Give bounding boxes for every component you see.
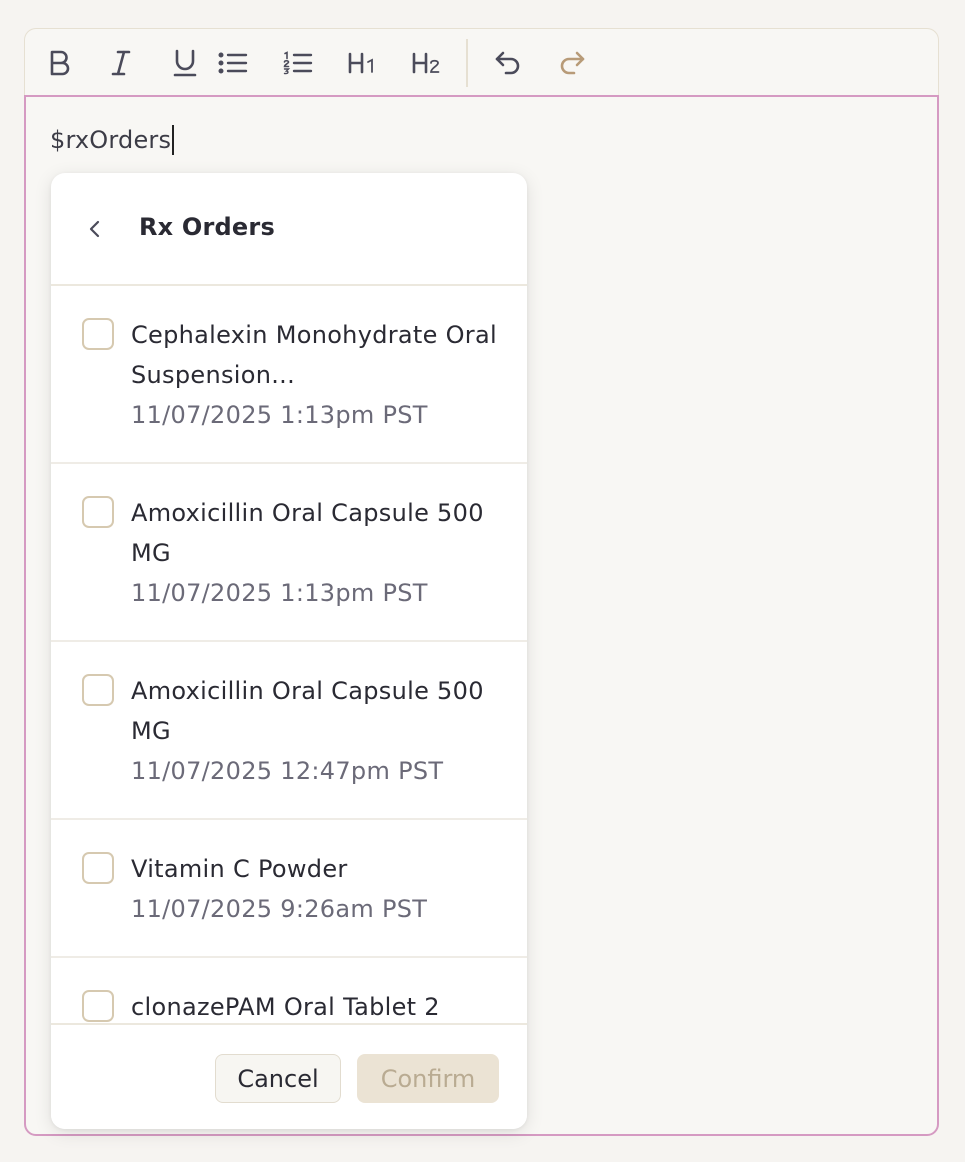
italic-icon: [111, 50, 131, 76]
heading-2-button[interactable]: [406, 43, 446, 83]
item-checkbox[interactable]: [82, 852, 114, 884]
italic-button[interactable]: [101, 43, 141, 83]
underline-icon: [173, 49, 197, 77]
heading-2-icon: [412, 52, 440, 74]
redo-button[interactable]: [552, 43, 592, 83]
bold-icon: [50, 50, 70, 76]
list-item[interactable]: clonazePAM Oral Tablet 2: [51, 958, 527, 1023]
item-date: 11/07/2025 12:47pm PST: [131, 757, 444, 785]
toolbar-separator: [466, 39, 468, 87]
popup-footer: Cancel Confirm: [51, 1023, 527, 1129]
item-name: clonazePAM Oral Tablet 2: [131, 993, 440, 1021]
editor-typed-text: $rxOrders: [50, 125, 175, 155]
editor-toolbar: [24, 28, 939, 96]
list-item[interactable]: Amoxicillin Oral Capsule 500 MG 11/07/20…: [51, 642, 527, 820]
numbered-list-button[interactable]: [278, 43, 318, 83]
item-name: Vitamin C Powder: [131, 855, 348, 883]
undo-icon: [495, 51, 520, 75]
item-name: Cephalexin Monohydrate Oral Suspension..…: [131, 321, 497, 389]
item-name: Amoxicillin Oral Capsule 500 MG: [131, 499, 484, 567]
underline-button[interactable]: [165, 43, 205, 83]
confirm-button[interactable]: Confirm: [357, 1054, 499, 1103]
undo-button[interactable]: [488, 43, 528, 83]
heading-1-button[interactable]: [342, 43, 382, 83]
redo-icon: [560, 51, 585, 75]
bullet-list-button[interactable]: [213, 43, 253, 83]
bullet-list-icon: [218, 52, 248, 74]
chevron-left-icon: [89, 220, 100, 238]
popup-title: Rx Orders: [139, 213, 275, 241]
item-checkbox[interactable]: [82, 674, 114, 706]
popup-header: Rx Orders: [51, 173, 527, 286]
typed-text: $rxOrders: [50, 126, 172, 154]
item-date: 11/07/2025 1:13pm PST: [131, 401, 428, 429]
rx-orders-popup: Rx Orders Cephalexin Monohydrate Oral Su…: [51, 173, 527, 1129]
rx-orders-list[interactable]: Cephalexin Monohydrate Oral Suspension..…: [51, 286, 527, 1023]
item-checkbox[interactable]: [82, 318, 114, 350]
item-checkbox[interactable]: [82, 496, 114, 528]
bold-button[interactable]: [39, 43, 79, 83]
back-button[interactable]: [79, 209, 111, 249]
item-name: Amoxicillin Oral Capsule 500 MG: [131, 677, 484, 745]
list-item[interactable]: Amoxicillin Oral Capsule 500 MG 11/07/20…: [51, 464, 527, 642]
item-date: 11/07/2025 9:26am PST: [131, 895, 428, 923]
numbered-list-icon: [283, 51, 313, 75]
text-caret: [172, 125, 175, 155]
cancel-button[interactable]: Cancel: [215, 1054, 341, 1103]
item-checkbox[interactable]: [82, 990, 114, 1022]
heading-1-icon: [348, 52, 373, 74]
list-item[interactable]: Vitamin C Powder 11/07/2025 9:26am PST: [51, 820, 527, 958]
item-date: 11/07/2025 1:13pm PST: [131, 579, 428, 607]
list-item[interactable]: Cephalexin Monohydrate Oral Suspension..…: [51, 286, 527, 464]
